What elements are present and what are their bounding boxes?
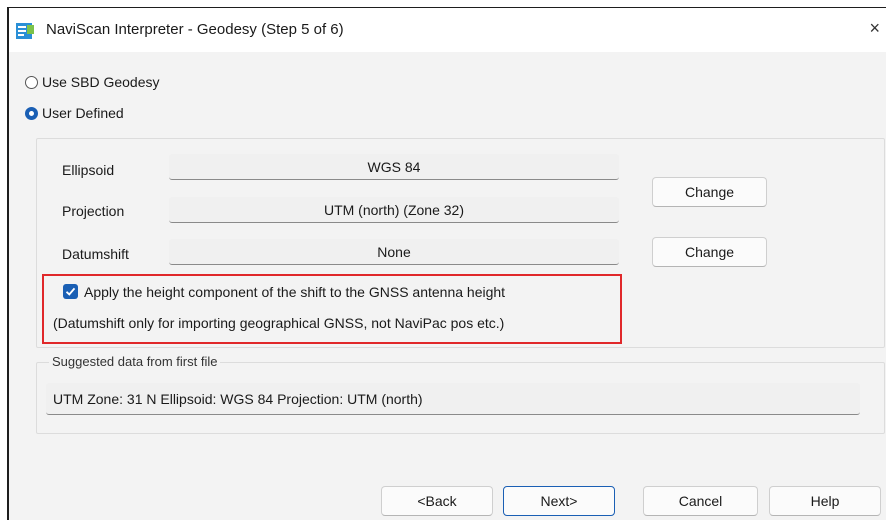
ellipsoid-label: Ellipsoid [62, 162, 115, 178]
app-icon [15, 22, 35, 40]
datumshift-label: Datumshift [62, 246, 129, 262]
datumshift-note: (Datumshift only for importing geographi… [53, 315, 505, 331]
apply-height-label: Apply the height component of the shift … [84, 284, 506, 300]
cancel-button[interactable]: Cancel [643, 486, 758, 516]
radio-use-sbd-geodesy[interactable]: Use SBD Geodesy [25, 74, 160, 90]
next-button[interactable]: Next> [503, 486, 615, 516]
title-bar: NaviScan Interpreter - Geodesy (Step 5 o… [9, 8, 886, 52]
datumshift-field: None [169, 239, 619, 265]
projection-field: UTM (north) (Zone 32) [169, 197, 619, 223]
radio-user-defined[interactable]: User Defined [25, 105, 124, 121]
help-button[interactable]: Help [769, 486, 881, 516]
checkmark-icon [65, 287, 76, 296]
radio-selected-icon [25, 106, 38, 120]
window-title: NaviScan Interpreter - Geodesy (Step 5 o… [46, 21, 344, 38]
projection-label: Projection [62, 203, 125, 219]
suggested-data-field: UTM Zone: 31 N Ellipsoid: WGS 84 Project… [46, 383, 860, 415]
close-icon[interactable]: × [869, 18, 880, 39]
dialog-window: NaviScan Interpreter - Geodesy (Step 5 o… [7, 7, 886, 520]
radio-user-defined-label: User Defined [42, 105, 124, 121]
radio-unselected-icon [25, 75, 38, 89]
back-button[interactable]: <Back [381, 486, 493, 516]
ellipsoid-field: WGS 84 [169, 154, 619, 180]
radio-use-sbd-label: Use SBD Geodesy [42, 74, 160, 90]
apply-height-checkbox[interactable] [63, 284, 78, 299]
change-ellipsoid-projection-button[interactable]: Change [652, 177, 767, 207]
suggested-data-title: Suggested data from first file [49, 354, 221, 369]
change-datumshift-button[interactable]: Change [652, 237, 767, 267]
